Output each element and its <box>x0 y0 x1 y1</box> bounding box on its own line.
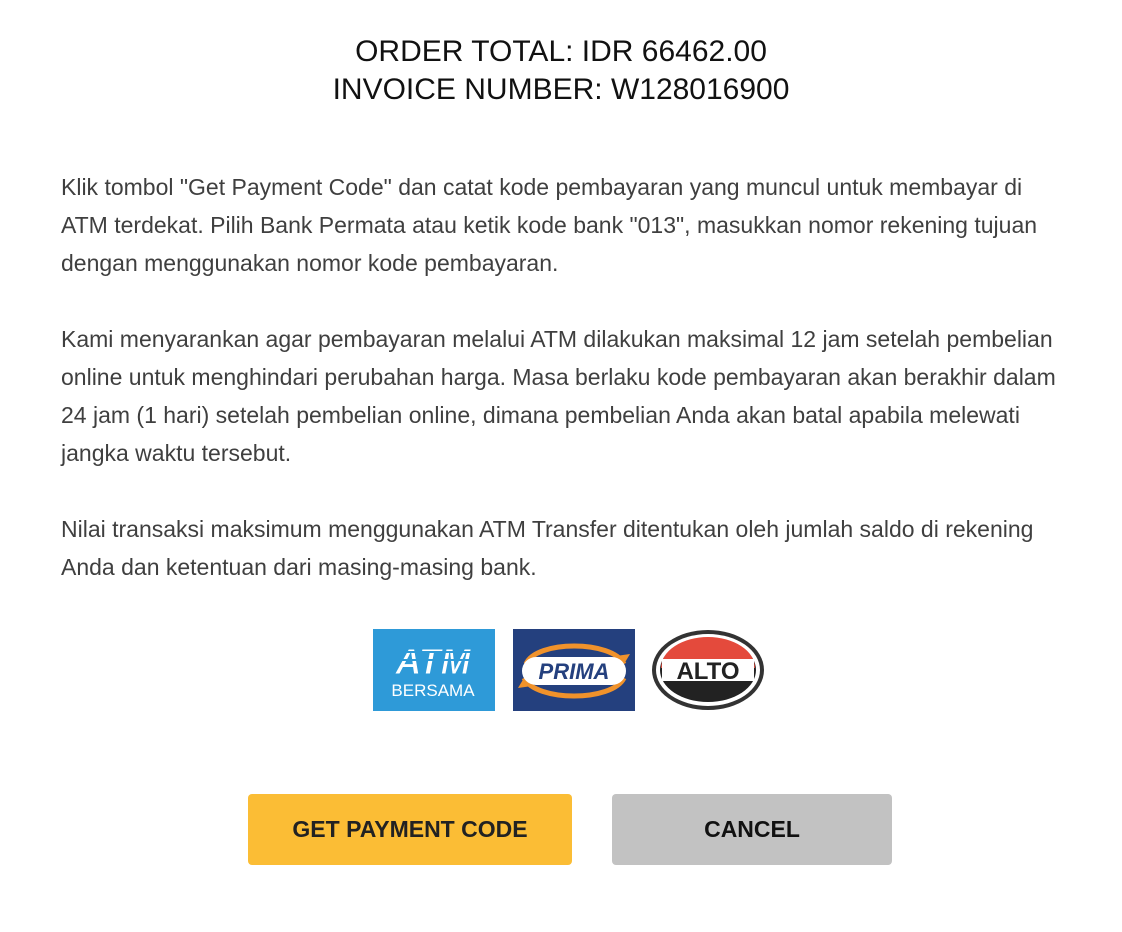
prima-logo: PRIMA <box>513 629 635 711</box>
order-total: ORDER TOTAL: IDR 66462.00 <box>355 35 767 68</box>
cancel-label: CANCEL <box>704 816 800 842</box>
instruction-paragraph: Kami menyarankan agar pembayaran melalui… <box>61 326 1056 466</box>
atm-bersama-subtitle: BERSAMA <box>391 681 475 700</box>
alto-logo-text: ALTO <box>676 658 739 685</box>
atm-bersama-logo: ATM BERSAMA <box>373 629 495 711</box>
instruction-paragraph: Klik tombol "Get Payment Code" dan catat… <box>61 174 1038 276</box>
get-payment-code-button[interactable]: GET PAYMENT CODE <box>248 794 572 865</box>
payment-instructions: Klik tombol "Get Payment Code" dan catat… <box>61 168 1071 624</box>
prima-logo-text: PRIMA <box>539 659 610 684</box>
atm-bersama-title: ATM <box>394 641 471 682</box>
alto-logo: ALTO <box>652 630 764 710</box>
instruction-paragraph: Nilai transaksi maksimum menggunakan ATM… <box>61 516 1034 580</box>
order-summary-header: ORDER TOTAL: IDR 66462.00 INVOICE NUMBER… <box>0 33 1122 109</box>
invoice-number: INVOICE NUMBER: W128016900 <box>332 73 790 106</box>
get-payment-code-label: GET PAYMENT CODE <box>292 816 528 842</box>
cancel-button[interactable]: CANCEL <box>612 794 892 865</box>
